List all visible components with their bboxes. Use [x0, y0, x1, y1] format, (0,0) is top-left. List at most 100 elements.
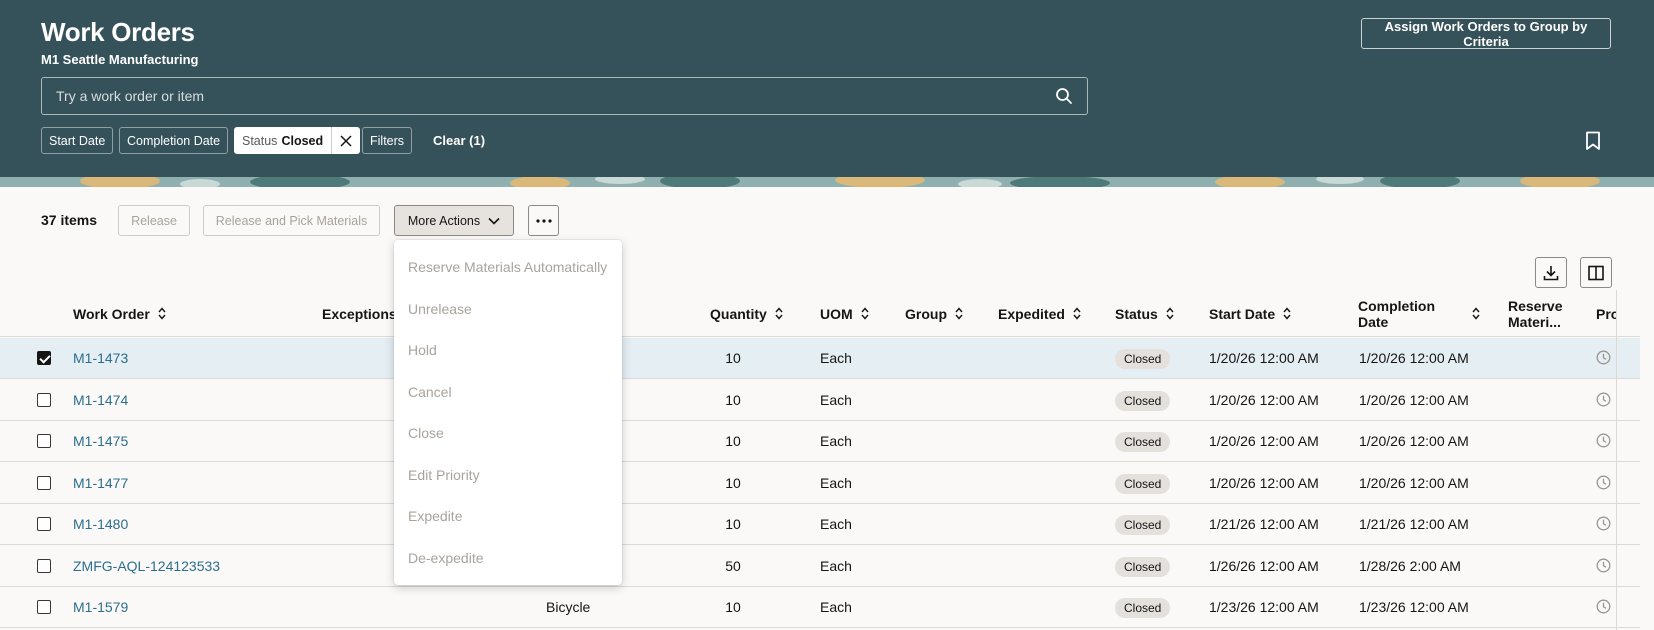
quantity-cell: 10 — [725, 433, 741, 449]
column-start-date-label: Start Date — [1209, 305, 1276, 322]
menu-item[interactable]: De-expedite — [408, 543, 484, 573]
menu-item[interactable]: Close — [408, 418, 444, 448]
more-actions-label: More Actions — [407, 213, 481, 228]
clear-filters-link[interactable]: Clear (1) — [433, 133, 485, 148]
table-row[interactable]: M1-1477 10 Each Closed 1/20/26 12:00 AM 1/20/… — [0, 463, 1640, 504]
table-row[interactable]: ZMFG-AQL-124123533OMP450EachClosed1/26/2… — [0, 546, 1640, 587]
column-pro[interactable]: Pro — [1596, 290, 1616, 337]
menu-item[interactable]: Cancel — [408, 377, 452, 407]
item-cell: Bicycle — [546, 599, 591, 615]
column-group-label: Group — [905, 305, 947, 322]
decorative-banner — [0, 177, 1654, 187]
clock-icon[interactable] — [1596, 558, 1611, 573]
search-icon[interactable] — [1055, 87, 1073, 105]
table-row[interactable]: M1-1475 10 Each Closed 1/20/26 12:00 AM 1/20/… — [0, 421, 1640, 462]
clock-icon[interactable] — [1596, 475, 1611, 490]
table-row[interactable]: M1-1579 Bicycle 10 Each Closed 1/23/26 12:00 … — [0, 587, 1640, 628]
column-completion-date-line2: Date — [1358, 313, 1389, 330]
clock-icon[interactable] — [1596, 433, 1611, 448]
work-order-link[interactable]: M1-1480 — [73, 504, 128, 544]
status-badge: Closed — [1115, 557, 1171, 577]
column-pro-label: Pro — [1596, 305, 1616, 322]
status-filter-chip[interactable]: Status Closed — [234, 127, 361, 154]
menu-item[interactable]: Edit Priority — [408, 460, 480, 490]
chevron-down-icon — [488, 217, 500, 225]
sort-icon — [1073, 307, 1081, 320]
clock-icon[interactable] — [1596, 599, 1611, 614]
uom-cell: Each — [820, 599, 852, 615]
start-date-cell: 1/26/26 12:00 AM — [1209, 558, 1319, 574]
completion-date-filter-chip[interactable]: Completion Date — [119, 127, 229, 154]
column-status[interactable]: Status — [1115, 290, 1174, 337]
menu-item[interactable]: Unrelease — [408, 294, 472, 324]
clock-icon[interactable] — [1596, 516, 1611, 531]
table-row[interactable]: M1-1480 10 Each Closed 1/21/26 12:00 AM 1/21/… — [0, 504, 1640, 545]
column-exceptions[interactable]: Exceptions — [322, 290, 397, 337]
menu-item[interactable]: Reserve Materials Automatically — [408, 252, 607, 282]
uom-cell: Each — [820, 392, 852, 408]
row-checkbox[interactable] — [37, 476, 51, 490]
table-row[interactable]: M1-1473 10 Each Closed 1/20/26 12:00 AM 1/20/… — [0, 338, 1640, 379]
row-checkbox[interactable] — [37, 559, 51, 573]
release-button[interactable]: Release — [118, 205, 190, 236]
start-date-cell: 1/21/26 12:00 AM — [1209, 516, 1319, 532]
search-box — [41, 77, 1088, 115]
status-badge: Closed — [1115, 349, 1171, 369]
column-expedited-label: Expedited — [998, 305, 1065, 322]
item-count: 37 items — [41, 212, 98, 228]
menu-item[interactable]: Expedite — [408, 501, 462, 531]
row-checkbox[interactable] — [37, 434, 51, 448]
quantity-cell: 10 — [725, 475, 741, 491]
menu-item[interactable]: Hold — [408, 335, 437, 365]
filters-button[interactable]: Filters — [362, 127, 413, 154]
column-uom-label: UOM — [820, 305, 853, 322]
column-completion-date-line1: Completion — [1358, 297, 1435, 314]
column-group[interactable]: Group — [905, 290, 963, 337]
column-reserve-materials-label: Reserve Materi... — [1508, 298, 1563, 330]
row-checkbox[interactable] — [37, 600, 51, 614]
row-checkbox[interactable] — [37, 351, 51, 365]
column-work-order-label: Work Order — [73, 305, 150, 322]
work-order-link[interactable]: M1-1579 — [73, 587, 128, 627]
more-actions-button[interactable]: More Actions — [394, 205, 514, 236]
start-date-filter-chip[interactable]: Start Date — [41, 127, 114, 154]
column-start-date[interactable]: Start Date — [1209, 290, 1291, 337]
uom-cell: Each — [820, 516, 852, 532]
row-checkbox[interactable] — [37, 517, 51, 531]
table-row[interactable]: M1-1474 10 Each Closed 1/20/26 12:00 AM 1/20/… — [0, 380, 1640, 421]
column-uom[interactable]: UOM — [820, 290, 869, 337]
quantity-cell: 10 — [725, 599, 741, 615]
close-icon[interactable] — [331, 127, 359, 154]
column-reserve-materials[interactable]: Reserve Materi... — [1508, 290, 1563, 337]
overflow-menu-button[interactable] — [528, 205, 559, 236]
status-filter-label: Status — [242, 133, 278, 148]
clock-icon[interactable] — [1596, 392, 1611, 407]
row-checkbox[interactable] — [37, 393, 51, 407]
search-input[interactable] — [56, 78, 1036, 114]
column-status-label: Status — [1115, 305, 1158, 322]
uom-cell: Each — [820, 433, 852, 449]
completion-date-cell: 1/28/26 2:00 AM — [1359, 558, 1461, 574]
start-date-cell: 1/23/26 12:00 AM — [1209, 599, 1319, 615]
work-order-link[interactable]: ZMFG-AQL-124123533 — [73, 546, 220, 586]
work-order-link[interactable]: M1-1473 — [73, 338, 128, 378]
release-and-pick-button[interactable]: Release and Pick Materials — [203, 205, 380, 236]
start-date-cell: 1/20/26 12:00 AM — [1209, 433, 1319, 449]
export-button[interactable] — [1535, 257, 1567, 288]
column-expedited[interactable]: Expedited — [998, 290, 1081, 337]
column-reserve-line1: Reserve — [1508, 297, 1563, 314]
work-order-link[interactable]: M1-1475 — [73, 421, 128, 461]
work-order-link[interactable]: M1-1474 — [73, 380, 128, 420]
column-quantity[interactable]: Quantity — [710, 290, 783, 337]
columns-button[interactable] — [1580, 257, 1612, 288]
bookmark-icon[interactable] — [1584, 131, 1602, 151]
columns-icon — [1588, 265, 1604, 280]
column-work-order[interactable]: Work Order — [73, 290, 166, 337]
work-order-link[interactable]: M1-1477 — [73, 463, 128, 503]
clock-icon[interactable] — [1596, 350, 1611, 365]
completion-date-cell: 1/20/26 12:00 AM — [1359, 392, 1469, 408]
assign-to-group-button[interactable]: Assign Work Orders to Group by Criteria — [1361, 18, 1611, 49]
download-icon — [1543, 265, 1559, 280]
uom-cell: Each — [820, 350, 852, 366]
column-completion-date[interactable]: Completion Date — [1358, 290, 1488, 337]
